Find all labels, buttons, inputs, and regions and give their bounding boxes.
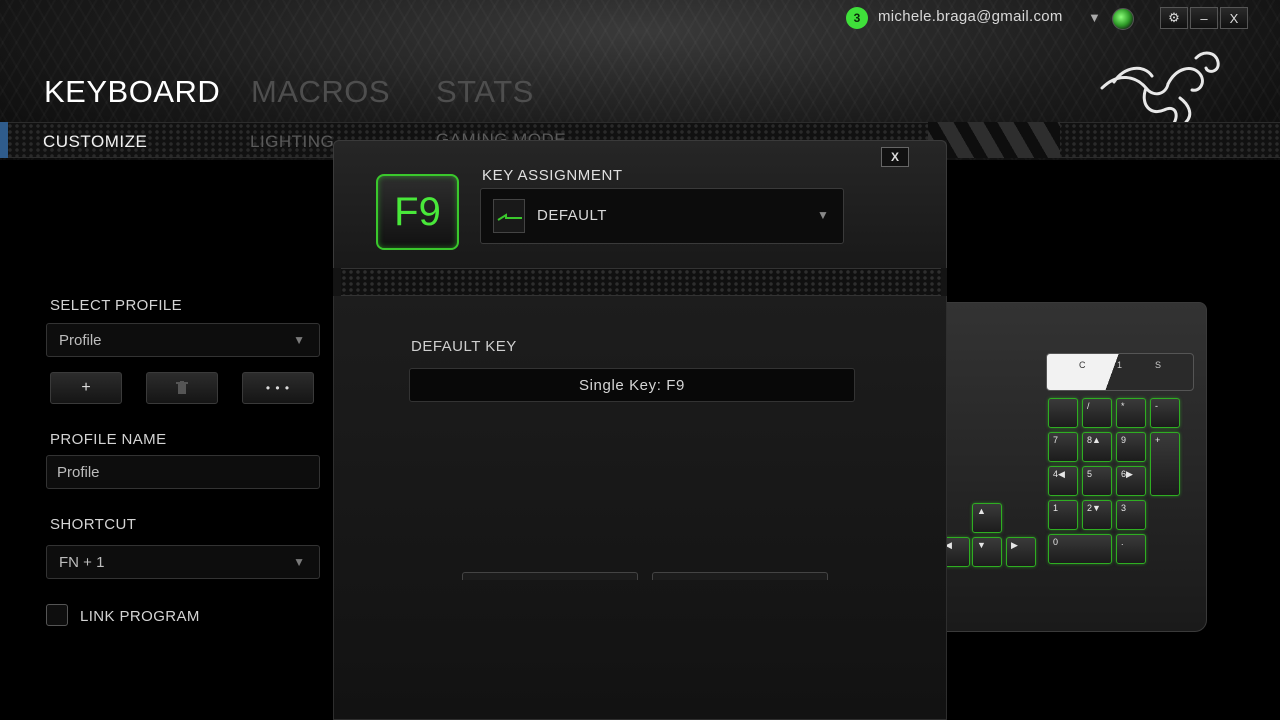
selected-key-icon: F9 (376, 174, 459, 250)
link-program-checkbox[interactable] (46, 604, 68, 626)
settings-button[interactable]: ⚙ (1160, 7, 1188, 29)
sub-nav-accent (0, 122, 8, 158)
arrow-key: ▼ (972, 537, 1002, 567)
notification-count-badge[interactable]: 3 (846, 7, 868, 29)
chevron-down-icon[interactable]: ▼ (1088, 10, 1101, 25)
numpad-key: . (1116, 534, 1146, 564)
profile-name-input[interactable]: Profile (46, 455, 320, 489)
chevron-down-icon: ▼ (817, 208, 829, 222)
default-key-label: DEFAULT KEY (411, 338, 517, 355)
dialog-body (333, 296, 947, 720)
numpad-key: 5 (1082, 466, 1112, 496)
tab-stats[interactable]: STATS (436, 74, 534, 110)
numpad-key: / (1082, 398, 1112, 428)
arrow-key: ▲ (972, 503, 1002, 533)
decorative-stripes (928, 122, 1060, 158)
profile-select-value: Profile (59, 331, 102, 349)
numpad-key: 9 (1116, 432, 1146, 462)
more-options-button[interactable]: • • • (242, 372, 314, 404)
media-key-label: 1 (1117, 360, 1123, 370)
delete-profile-button[interactable] (146, 372, 218, 404)
numpad-key: 1 (1048, 500, 1078, 530)
subtab-customize[interactable]: CUSTOMIZE (43, 132, 147, 152)
numpad-key: 6▶ (1116, 466, 1146, 496)
key-assignment-value: DEFAULT (537, 207, 607, 224)
media-keys: C 1 S (1046, 353, 1194, 391)
media-key-label: S (1155, 360, 1162, 370)
numpad-key: 3 (1116, 500, 1146, 530)
numpad-key: 2▼ (1082, 500, 1112, 530)
select-profile-label: SELECT PROFILE (50, 297, 183, 314)
media-key-label: C (1079, 360, 1086, 370)
shortcut-label: SHORTCUT (50, 516, 137, 533)
profile-select[interactable]: Profile ▼ (46, 323, 320, 357)
numpad-key: * (1116, 398, 1146, 428)
numpad-key: 0 (1048, 534, 1112, 564)
link-program-label: LINK PROGRAM (80, 608, 200, 625)
numpad-key: 7 (1048, 432, 1078, 462)
profile-name-label: PROFILE NAME (50, 431, 167, 448)
tab-keyboard[interactable]: KEYBOARD (44, 74, 220, 110)
subtab-lighting[interactable]: LIGHTING (250, 132, 334, 152)
numpad-key: - (1150, 398, 1180, 428)
online-status-icon[interactable] (1112, 8, 1134, 30)
key-assignment-select[interactable]: DEFAULT ▼ (480, 188, 844, 244)
default-assignment-icon (493, 199, 525, 233)
key-assignment-dialog: X F9 KEY ASSIGNMENT DEFAULT ▼ DEFAULT KE… (333, 140, 947, 720)
dialog-footer-button[interactable] (462, 572, 638, 580)
dialog-footer-button[interactable] (652, 572, 828, 580)
user-email[interactable]: michele.braga@gmail.com (878, 8, 1063, 25)
shortcut-select[interactable]: FN + 1 ▼ (46, 545, 320, 579)
arrow-key: ▶ (1006, 537, 1036, 567)
dialog-divider-band (341, 268, 941, 296)
close-window-button[interactable]: X (1220, 7, 1248, 29)
minimize-button[interactable]: – (1190, 7, 1218, 29)
numpad-key: 4◀ (1048, 466, 1078, 496)
numpad-key: 8▲ (1082, 432, 1112, 462)
numpad-key (1048, 398, 1078, 428)
default-key-value: Single Key: F9 (409, 368, 855, 402)
chevron-down-icon: ▼ (293, 333, 305, 347)
numpad-key: + (1150, 432, 1180, 496)
tab-macros[interactable]: MACROS (251, 74, 390, 110)
trash-icon (176, 381, 188, 394)
add-profile-button[interactable]: + (50, 372, 122, 404)
chevron-down-icon: ▼ (293, 555, 305, 569)
dialog-close-button[interactable]: X (881, 147, 909, 167)
shortcut-select-value: FN + 1 (59, 553, 105, 571)
key-assignment-label: KEY ASSIGNMENT (482, 167, 623, 184)
